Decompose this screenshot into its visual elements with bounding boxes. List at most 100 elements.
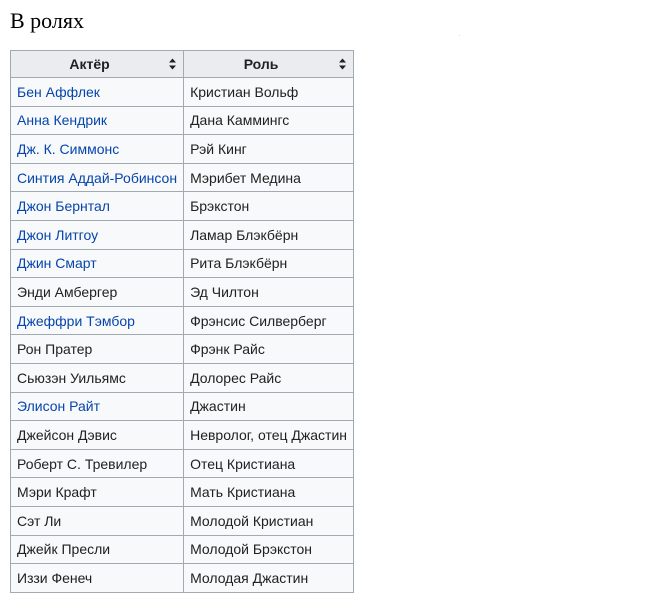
- role-cell: Молодая Джастин: [183, 563, 354, 593]
- actor-cell: Джейк Пресли: [9, 534, 185, 565]
- role-name: Брэкстон: [190, 198, 250, 215]
- role-name: Мэрибет Медина: [190, 169, 301, 186]
- table-row: Рон Пратер Фрэнк Райс: [9, 334, 354, 364]
- table-row: Сьюзэн Уильямс Долорес Райс: [9, 362, 354, 393]
- role-name: Эд Чилтон: [190, 283, 259, 300]
- sort-updown-icon[interactable]: [339, 58, 346, 70]
- table-row: Джин Смарт Рита Блэкбёрн: [9, 248, 354, 279]
- actor-cell: Сэт Ли: [9, 505, 185, 536]
- actor-link[interactable]: Джон Бернтал: [17, 198, 110, 214]
- role-cell: Брэкстон: [183, 191, 354, 221]
- role-cell: Молодой Кристиан: [183, 505, 354, 536]
- role-cell: Молодой Брэкстон: [183, 534, 354, 565]
- actor-name: Сьюзэн Уильямс: [17, 369, 126, 386]
- role-name: Фрэнк Райс: [190, 341, 265, 358]
- actor-cell: Мэри Крафт: [9, 477, 185, 507]
- section-heading: В ролях: [10, 8, 84, 33]
- actor-link[interactable]: Бен Аффлек: [17, 84, 100, 100]
- role-cell: Дана Каммингс: [183, 105, 354, 136]
- actor-cell: Роберт С. Тревилер: [9, 448, 185, 479]
- actor-cell: Иззи Фенеч: [9, 563, 185, 593]
- role-name: Рэй Кинг: [190, 140, 247, 157]
- actor-link[interactable]: Синтия Аддай-Робинсон: [17, 170, 177, 186]
- role-cell: Долорес Райс: [183, 362, 354, 393]
- table-row: Иззи Фенеч Молодая Джастин: [9, 563, 354, 593]
- role-name: Долорес Райс: [190, 369, 282, 386]
- actor-cell: Джин Смарт: [9, 248, 185, 279]
- role-name: Рита Блэкбёрн: [190, 255, 288, 272]
- role-name: Кристиан Вольф: [190, 83, 299, 100]
- actor-name: Джейсон Дэвис: [17, 426, 117, 443]
- role-cell: Фрэнсис Силверберг: [183, 305, 354, 336]
- actor-name: Джейк Пресли: [17, 541, 111, 558]
- actor-link[interactable]: Джон Литгоу: [17, 227, 98, 243]
- actor-cell: Рон Пратер: [9, 334, 185, 364]
- actor-link[interactable]: Джеффри Тэмбор: [17, 313, 135, 329]
- role-cell: Ламар Блэкбёрн: [183, 219, 354, 250]
- role-name: Невролог, отец Джастин: [190, 426, 347, 443]
- table-body: Бен Аффлек Кристиан Вольф Анна Кендрик Дана…: [9, 77, 354, 593]
- role-cell: Отец Кристиана: [183, 448, 354, 479]
- column-header-actor[interactable]: Актёр: [9, 50, 185, 78]
- actor-cell: Бен Аффлек: [9, 77, 185, 107]
- actor-cell: Джон Литгоу: [9, 219, 185, 250]
- table-row: Синтия Аддай-Робинсон Мэрибет Медина: [9, 162, 354, 193]
- role-name: Джастин: [190, 398, 246, 415]
- actor-cell: Джон Бернтал: [9, 191, 185, 221]
- table-row: Анна Кендрик Дана Каммингс: [9, 105, 354, 136]
- role-cell: Мать Кристиана: [183, 477, 354, 507]
- table-row: Джон Литгоу Ламар Блэкбёрн: [9, 219, 354, 250]
- actor-cell: Анна Кендрик: [9, 105, 185, 136]
- role-cell: Невролог, отец Джастин: [183, 420, 354, 450]
- role-cell: Рэй Кинг: [183, 134, 354, 164]
- column-header-role-label: Роль: [243, 56, 279, 72]
- table-header-row: Актёр Роль: [9, 50, 354, 78]
- table-row: Мэри Крафт Мать Кристиана: [9, 477, 354, 507]
- role-cell: Кристиан Вольф: [183, 77, 354, 107]
- table-row: Джейк Пресли Молодой Брэкстон: [9, 534, 354, 565]
- actor-link[interactable]: Дж. К. Симмонс: [17, 141, 119, 157]
- role-name: Молодой Кристиан: [190, 512, 314, 529]
- role-name: Фрэнсис Силверберг: [190, 312, 327, 329]
- table-row: Джеффри Тэмбор Фрэнсис Силверберг: [9, 305, 354, 336]
- role-cell: Рита Блэкбёрн: [183, 248, 354, 279]
- role-name: Отец Кристиана: [190, 455, 296, 472]
- actor-cell: Энди Амбергер: [9, 277, 185, 307]
- role-cell: Джастин: [183, 391, 354, 422]
- sort-updown-icon[interactable]: [169, 58, 177, 70]
- role-name: Мать Кристиана: [190, 484, 296, 501]
- actor-name: Сэт Ли: [17, 512, 62, 529]
- actor-link[interactable]: Джин Смарт: [17, 255, 97, 271]
- role-name: Дана Каммингс: [190, 112, 290, 129]
- column-header-role[interactable]: Роль: [183, 50, 354, 78]
- actor-name: Мэри Крафт: [17, 484, 97, 501]
- actor-link[interactable]: Элисон Райт: [17, 398, 100, 414]
- role-name: Молодая Джастин: [190, 569, 309, 586]
- role-cell: Мэрибет Медина: [183, 162, 354, 193]
- actor-name: Рон Пратер: [17, 341, 93, 358]
- actor-name: Энди Амбергер: [17, 283, 118, 300]
- table-row: Роберт С. Тревилер Отец Кристиана: [9, 448, 354, 479]
- role-cell: Эд Чилтон: [183, 277, 354, 307]
- table-row: Энди Амбергер Эд Чилтон: [9, 277, 354, 307]
- actor-cell: Джеффри Тэмбор: [9, 305, 185, 336]
- role-name: Молодой Брэкстон: [190, 541, 313, 558]
- column-header-actor-label: Актёр: [69, 56, 110, 72]
- table-row: Дж. К. Симмонс Рэй Кинг: [9, 134, 354, 164]
- table-row: Элисон Райт Джастин: [9, 391, 354, 422]
- table-row: Джейсон Дэвис Невролог, отец Джастин: [9, 420, 354, 450]
- cast-table: Актёр Роль Бен Аффлек Кристиан Вольф Анна …: [9, 50, 354, 593]
- role-cell: Фрэнк Райс: [183, 334, 354, 364]
- actor-link[interactable]: Анна Кендрик: [17, 112, 107, 128]
- actor-cell: Сьюзэн Уильямс: [9, 362, 185, 393]
- decorative-dot: [459, 35, 460, 36]
- table-row: Бен Аффлек Кристиан Вольф: [9, 77, 354, 107]
- actor-cell: Дж. К. Симмонс: [9, 134, 185, 164]
- role-name: Ламар Блэкбёрн: [190, 226, 299, 243]
- actor-name: Роберт С. Тревилер: [17, 455, 148, 472]
- table-row: Джон Бернтал Брэкстон: [9, 191, 354, 221]
- actor-cell: Джейсон Дэвис: [9, 420, 185, 450]
- actor-cell: Элисон Райт: [9, 391, 185, 422]
- table-row: Сэт Ли Молодой Кристиан: [9, 505, 354, 536]
- actor-cell: Синтия Аддай-Робинсон: [9, 162, 185, 193]
